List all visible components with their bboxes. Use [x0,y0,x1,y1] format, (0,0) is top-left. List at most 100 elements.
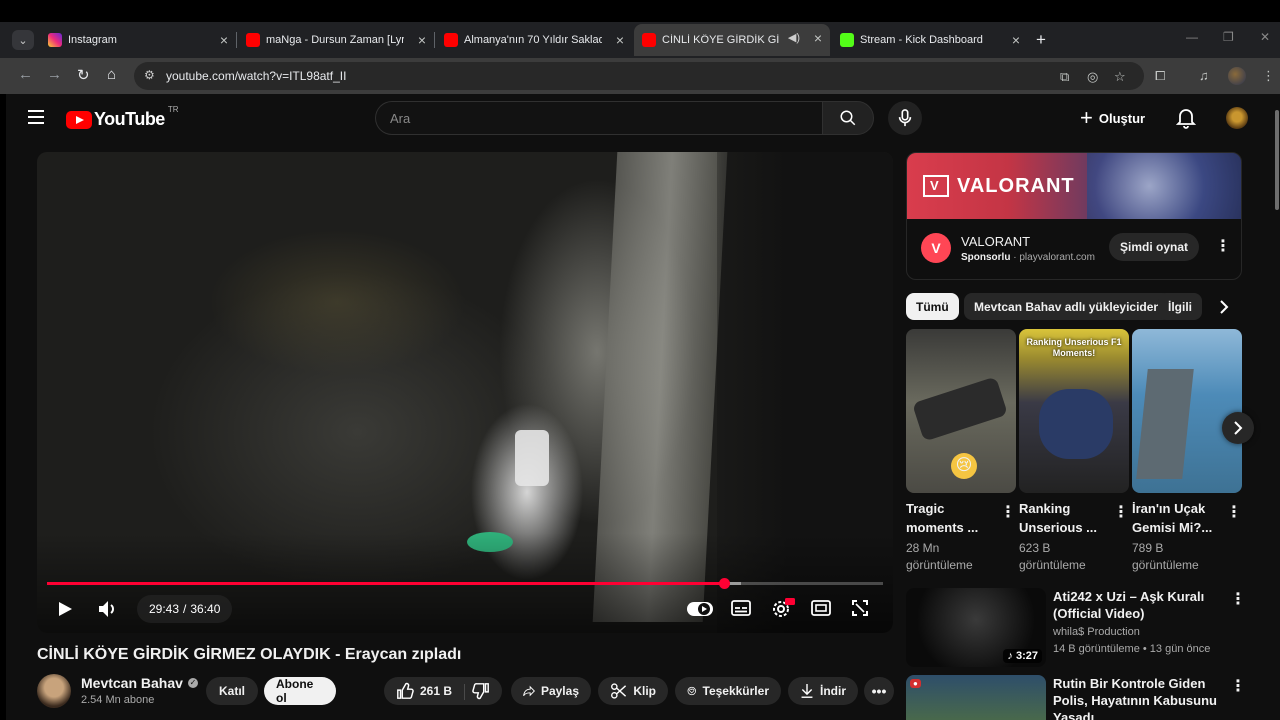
settings-gear-icon[interactable] [771,597,795,619]
fullscreen-icon[interactable] [851,599,869,617]
maximize-icon[interactable]: ❐ [1223,30,1234,44]
tab-almanya[interactable]: Almanya'nın 70 Yıldır Sakladığı × [436,26,632,54]
shorts-next-button[interactable] [1222,412,1254,444]
short-card[interactable]: 😢 Tragic moments ... 28 Mn görüntüleme ⋮ [906,329,1016,572]
short-title[interactable]: Ranking Unserious ... [1019,499,1109,537]
short-more-icon[interactable]: ⋮ [1000,505,1016,521]
create-button[interactable]: + Oluştur [1080,103,1145,133]
address-bar[interactable]: ⚙ youtube.com/watch?v=ITL98atf_II ⧉ ◎ ☆ [134,62,1144,90]
join-button[interactable]: Katıl [206,677,258,705]
tracking-protection-icon[interactable]: ◎ [1087,69,1098,85]
short-card[interactable]: İran'ın Uçak Gemisi Mi?... 789 B görüntü… [1132,329,1242,572]
scrollbar-thumb[interactable] [1275,110,1279,210]
thumbnail-ship [1136,369,1194,479]
media-controls-icon[interactable]: ♫ [1199,68,1209,83]
ad-title: VALORANT [961,234,1031,249]
extensions-icon[interactable]: ⧠ [1155,68,1165,84]
short-thumbnail[interactable]: 😢 [906,329,1016,493]
profile-avatar[interactable] [1228,67,1246,85]
thanks-button[interactable]: Teşekkürler [675,677,781,705]
short-thumbnail[interactable] [1132,329,1242,493]
tab-current-video[interactable]: CİNLİ KÖYE GİRDİK GİRMEZ ◀) × [634,24,830,56]
dislike-button[interactable] [472,682,496,700]
clip-button[interactable]: Klip [598,677,668,705]
download-button[interactable]: İndir [788,677,858,705]
chip-from-uploader[interactable]: Mevtcan Bahav adlı yükleyiciden [964,293,1171,320]
sponsored-ad-card[interactable]: VALORANT V VALORANT Sponsorlu · playvalo… [906,152,1242,280]
rec-badge-icon: ● [910,679,921,688]
share-label: Paylaş [540,684,579,698]
more-actions-button[interactable]: ••• [864,677,894,705]
play-icon[interactable] [57,601,73,617]
short-title[interactable]: İran'ın Uçak Gemisi Mi?... [1132,499,1222,537]
browser-toolbar: ← → ↻ ⌂ ⚙ youtube.com/watch?v=ITL98atf_I… [0,58,1280,94]
tab-kick-dashboard[interactable]: Stream - Kick Dashboard × [832,26,1028,54]
ad-more-icon[interactable]: ⋮ [1215,239,1231,255]
short-title[interactable]: Tragic moments ... [906,499,996,537]
short-card[interactable]: Ranking Unserious F1 Moments! Ranking Un… [1019,329,1129,572]
volume-icon[interactable] [97,599,121,619]
short-views: 28 Mn görüntüleme [906,541,973,572]
chip-related[interactable]: İlgili [1158,293,1202,320]
back-icon[interactable]: ← [18,66,33,83]
close-tab-icon[interactable]: × [814,30,822,46]
progress-played [47,582,725,585]
share-button[interactable]: Paylaş [511,677,591,705]
site-info-icon[interactable]: ⚙ [144,68,155,82]
new-tab-icon[interactable]: + [1036,30,1046,50]
tab-instagram[interactable]: Instagram × [40,26,236,54]
forward-icon[interactable]: → [47,66,62,83]
short-more-icon[interactable]: ⋮ [1226,505,1242,521]
channel-avatar[interactable] [37,674,71,708]
like-divider [464,684,465,700]
video-thumbnail[interactable]: ♪ 3:27 [906,588,1046,667]
home-icon[interactable]: ⌂ [107,66,116,83]
video-title[interactable]: Rutin Bir Kontrole Giden Polis, Hayatını… [1053,675,1223,720]
notifications-button[interactable] [1175,107,1197,134]
ad-advertiser-icon[interactable]: V [921,233,951,263]
tab-search-dropdown-icon[interactable]: ⌄ [12,30,34,50]
music-note-icon: ♪ [1007,650,1016,662]
video-player[interactable]: 29:43 / 36:40 [37,152,893,633]
bookmark-star-icon[interactable]: ☆ [1114,69,1126,85]
recommended-video[interactable]: ♪ 3:27 Ati242 x Uzi – Aşk Kuralı (Offici… [906,588,1246,668]
close-window-icon[interactable]: ✕ [1260,30,1270,44]
chip-all[interactable]: Tümü [906,293,959,320]
search-button[interactable] [822,101,874,135]
subtitles-icon[interactable] [731,599,751,617]
close-tab-icon[interactable]: × [418,32,426,48]
channel-name[interactable]: Mevtcan Bahav ✓ [81,675,198,691]
youtube-logo[interactable]: YouTube TR [66,105,179,130]
browser-menu-icon[interactable]: ⋮ [1262,68,1275,84]
short-thumbnail[interactable]: Ranking Unserious F1 Moments! [1019,329,1129,493]
close-tab-icon[interactable]: × [1012,32,1020,48]
reload-icon[interactable]: ↻ [77,66,90,84]
video-more-icon[interactable]: ⋮ [1230,592,1246,608]
short-more-icon[interactable]: ⋮ [1113,505,1129,521]
video-title[interactable]: Ati242 x Uzi – Aşk Kuralı (Official Vide… [1053,588,1223,622]
video-channel[interactable]: whila$ Production [1053,626,1140,638]
thumbnail-figure [911,376,1009,442]
recommended-video[interactable]: ● Rutin Bir Kontrole Giden Polis, Hayatı… [906,675,1246,720]
search-input[interactable] [375,101,822,135]
voice-search-button[interactable] [888,101,922,135]
ad-cta-button[interactable]: Şimdi oynat [1109,233,1199,261]
video-more-icon[interactable]: ⋮ [1230,679,1246,695]
video-thumbnail[interactable]: ● [906,675,1046,720]
hamburger-menu-icon[interactable] [28,110,44,124]
theater-mode-icon[interactable] [811,599,831,617]
close-tab-icon[interactable]: × [616,32,624,48]
ad-banner[interactable]: VALORANT [907,153,1241,219]
subscribe-button[interactable]: Abone ol [264,677,336,705]
progress-bar[interactable] [47,578,883,589]
audio-playing-icon[interactable]: ◀) [788,31,800,44]
install-app-icon[interactable]: ⧉ [1060,69,1069,85]
autoplay-toggle-icon[interactable] [687,601,713,617]
tab-manga-lyrics[interactable]: maNga - Dursun Zaman [Lyrics × [238,26,434,54]
account-avatar[interactable] [1226,107,1248,129]
minimize-icon[interactable]: — [1186,30,1198,44]
chips-next-button[interactable] [1206,293,1242,321]
like-button[interactable]: 261 B [396,682,452,700]
close-tab-icon[interactable]: × [220,32,228,48]
page-scrollbar[interactable] [1274,94,1280,720]
